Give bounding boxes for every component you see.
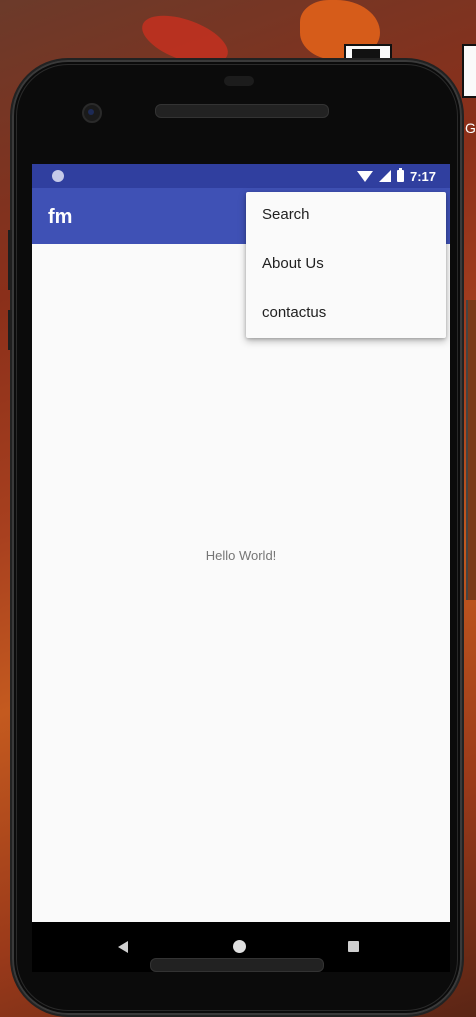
menu-item-label: About Us (262, 255, 324, 272)
status-bar: 7:17 (32, 164, 450, 188)
background-window (462, 44, 476, 98)
power-button[interactable] (8, 310, 12, 350)
background-text: G (465, 120, 476, 136)
device-screen: 7:17 fm Hello World! Search About Us con… (32, 164, 450, 922)
volume-button[interactable] (8, 230, 12, 290)
menu-item-search[interactable]: Search (246, 192, 446, 240)
bottom-speaker (150, 958, 324, 972)
phone-frame: 7:17 fm Hello World! Search About Us con… (8, 60, 462, 1015)
overflow-menu: Search About Us contactus (246, 192, 446, 338)
battery-icon (396, 168, 404, 182)
menu-item-about-us[interactable]: About Us (246, 241, 446, 289)
signal-icon (378, 170, 391, 182)
front-camera-icon (82, 103, 102, 123)
menu-item-label: Search (262, 206, 310, 223)
notification-dot-icon (52, 170, 64, 182)
wifi-icon (356, 170, 373, 182)
menu-item-label: contactus (262, 304, 327, 321)
recents-icon[interactable] (348, 941, 359, 952)
proximity-sensor (224, 76, 254, 86)
app-title: fm (48, 206, 73, 228)
earpiece-speaker (155, 104, 329, 118)
hello-world-text: Hello World! (205, 548, 277, 563)
status-icons: 7:17 (356, 168, 436, 184)
back-icon[interactable] (118, 941, 128, 953)
background-window-edge (466, 300, 476, 600)
menu-item-contactus[interactable]: contactus (246, 290, 446, 338)
home-icon[interactable] (233, 940, 246, 953)
status-time: 7:17 (409, 168, 436, 184)
